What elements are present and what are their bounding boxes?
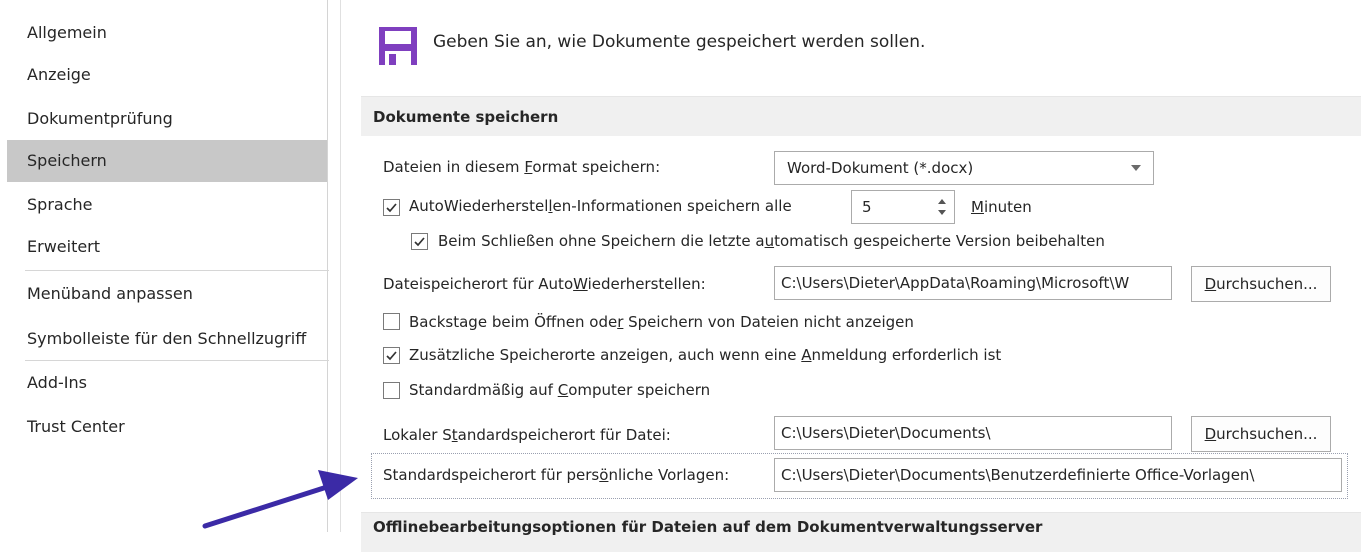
format-dropdown-value: Word-Dokument (*.docx)	[787, 159, 974, 177]
local-default-location-label: Lokaler Standardspeicherort für Datei:	[383, 426, 671, 444]
templates-location-label: Standardspeicherort für persönliche Vorl…	[383, 466, 730, 484]
autorecover-label: AutoWiederherstellen-Informationen speic…	[409, 197, 792, 215]
no-backstage-label: Backstage beim Öffnen oder Speichern von…	[409, 313, 914, 331]
autorecover-location-input[interactable]: C:\Users\Dieter\AppData\Roaming\Microsof…	[774, 266, 1172, 300]
autorecover-minutes-spinner[interactable]: 5	[851, 190, 955, 224]
browse-local-default-button[interactable]: Durchsuchen...	[1191, 416, 1331, 452]
checkmark-icon	[414, 237, 425, 247]
keep-last-version-checkbox[interactable]	[411, 233, 428, 250]
sidebar-item-menueband[interactable]: Menüband anpassen	[7, 273, 327, 315]
format-dropdown[interactable]: Word-Dokument (*.docx)	[774, 151, 1154, 185]
sidebar-divider	[25, 360, 329, 361]
options-main-panel: Geben Sie an, wie Dokumente gespeichert …	[340, 0, 1368, 552]
sidebar-item-add-ins[interactable]: Add-Ins	[7, 362, 327, 404]
sidebar-item-sprache[interactable]: Sprache	[7, 184, 327, 226]
sidebar-item-allgemein[interactable]: Allgemein	[7, 12, 327, 54]
save-to-computer-label: Standardmäßig auf Computer speichern	[409, 381, 711, 399]
templates-location-input[interactable]: C:\Users\Dieter\Documents\Benutzerdefini…	[774, 458, 1342, 492]
keep-last-version-label: Beim Schließen ohne Speichern die letzte…	[438, 232, 1105, 250]
browse-autorecover-button[interactable]: Durchsuchen...	[1191, 266, 1331, 302]
spin-down-icon[interactable]	[938, 210, 946, 215]
local-default-location-input[interactable]: C:\Users\Dieter\Documents\	[774, 416, 1172, 450]
page-intro: Geben Sie an, wie Dokumente gespeichert …	[433, 32, 926, 52]
autorecover-checkbox[interactable]	[383, 199, 400, 216]
chevron-down-icon	[1131, 165, 1141, 171]
autorecover-location-label: Dateispeicherort für AutoWiederherstelle…	[383, 275, 706, 293]
minutes-label: Minuten	[971, 198, 1032, 216]
checkmark-icon	[386, 203, 397, 213]
sidebar-item-erweitert[interactable]: Erweitert	[7, 226, 327, 268]
extra-locations-label: Zusätzliche Speicherorte anzeigen, auch …	[409, 346, 1002, 364]
format-label: Dateien in diesem Format speichern:	[383, 158, 661, 176]
options-sidebar: Allgemein Anzeige Dokumentprüfung Speich…	[7, 0, 329, 532]
sidebar-divider	[25, 270, 329, 271]
spin-up-icon[interactable]	[938, 199, 946, 204]
minutes-value: 5	[862, 198, 872, 216]
sidebar-item-trust-center[interactable]: Trust Center	[7, 406, 327, 448]
section-dokumente-speichern: Dokumente speichern	[361, 96, 1361, 136]
checkmark-icon	[386, 351, 397, 361]
section-offline-editing: Offlinebearbeitungsoptionen für Dateien …	[361, 512, 1361, 552]
no-backstage-checkbox[interactable]	[383, 313, 400, 330]
sidebar-item-schnellzugriff[interactable]: Symbolleiste für den Schnellzugriff	[7, 318, 327, 360]
save-icon	[379, 27, 417, 65]
save-to-computer-checkbox[interactable]	[383, 382, 400, 399]
sidebar-item-dokumentpruefung[interactable]: Dokumentprüfung	[7, 98, 327, 140]
sidebar-item-anzeige[interactable]: Anzeige	[7, 54, 327, 96]
sidebar-item-speichern[interactable]: Speichern	[7, 140, 327, 182]
extra-locations-checkbox[interactable]	[383, 347, 400, 364]
